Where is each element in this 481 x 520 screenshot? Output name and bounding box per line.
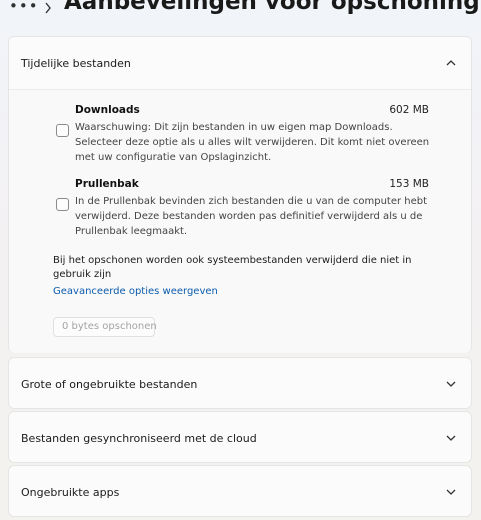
- chevron-right-icon: [45, 2, 51, 14]
- page-title: Aanbevelingen voor opschoning: [64, 0, 480, 15]
- item-description: In de Prullenbak bevinden zich bestanden…: [75, 196, 428, 237]
- chevron-up-icon[interactable]: [445, 59, 457, 67]
- item-size: 153 MB: [389, 178, 429, 190]
- chevron-down-icon[interactable]: [445, 488, 457, 496]
- large-unused-files-title: Grote of ongebruikte bestanden: [21, 378, 198, 391]
- clean-up-button[interactable]: 0 bytes opschonen: [53, 317, 157, 337]
- more-breadcrumb-button[interactable]: •••: [9, 0, 39, 15]
- cloud-synced-files-title: Bestanden gesynchroniseerd met de cloud: [21, 432, 257, 445]
- chevron-down-icon[interactable]: [445, 434, 457, 442]
- unused-apps-title: Ongebruikte apps: [21, 486, 120, 499]
- advanced-options-link[interactable]: Geavanceerde opties weergeven: [53, 286, 218, 297]
- temp-files-title: Tijdelijke bestanden: [21, 57, 131, 70]
- cloud-synced-files-card[interactable]: Bestanden gesynchroniseerd met de cloud: [8, 411, 472, 463]
- system-files-note: Bij het opschonen worden ook systeembest…: [53, 255, 412, 280]
- large-unused-files-card[interactable]: Grote of ongebruikte bestanden: [8, 357, 472, 409]
- item-description: Waarschuwing: Dit zijn bestanden in uw e…: [75, 122, 430, 163]
- downloads-checkbox[interactable]: [56, 124, 69, 137]
- unused-apps-card[interactable]: Ongebruikte apps: [8, 465, 472, 517]
- page-header: ••• Aanbevelingen voor opschoning: [0, 0, 481, 24]
- recycle-bin-checkbox[interactable]: [56, 198, 69, 211]
- temp-files-card: Tijdelijke bestanden Downloads 602 MB Wa…: [8, 36, 472, 353]
- temp-files-header[interactable]: Tijdelijke bestanden: [9, 37, 471, 90]
- temp-files-body: Downloads 602 MB Waarschuwing: Dit zijn …: [9, 90, 471, 353]
- item-name: Prullenbak: [75, 178, 139, 190]
- item-size: 602 MB: [389, 104, 429, 116]
- chevron-down-icon[interactable]: [445, 380, 457, 388]
- item-name: Downloads: [75, 104, 140, 116]
